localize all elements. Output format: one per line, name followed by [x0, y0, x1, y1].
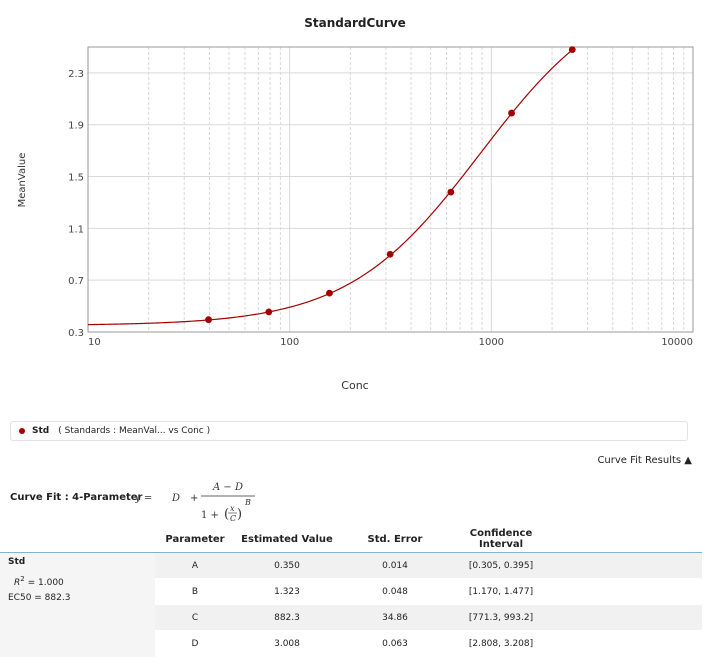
ec50-value: EC50 = 882.3: [8, 593, 71, 603]
svg-text:): ): [237, 507, 242, 522]
x-tick-label: 10: [88, 337, 101, 348]
y-tick-label: 2.3: [68, 69, 84, 80]
cell-estimate: 882.3: [274, 612, 300, 623]
fit-statistics: Std R2 = 1.000 EC50 = 882.3: [0, 553, 155, 657]
curve-fit-label: Curve Fit : 4-Parameter: [10, 492, 143, 503]
y-tick-label: 1.1: [68, 224, 84, 235]
cell-std-error: 0.048: [382, 586, 408, 597]
data-point[interactable]: [568, 46, 576, 53]
cell-estimate: 3.008: [274, 638, 300, 649]
cell-confidence-interval: [2.808, 3.208]: [468, 638, 534, 649]
data-point[interactable]: [326, 289, 333, 297]
y-tick-label: 0.3: [68, 328, 84, 339]
svg-text:(: (: [224, 507, 229, 522]
cell-parameter: A: [191, 560, 199, 571]
cell-parameter: B: [191, 586, 199, 597]
y-tick-label: 0.7: [68, 276, 84, 287]
standard-curve-chart: StandardCurve 0.3 0.7 1.1 1.5 1.9 2.3 10 100 100…: [17, 16, 694, 392]
x-tick-label: 100: [280, 337, 299, 348]
chart-title: StandardCurve: [304, 16, 405, 30]
data-points: [205, 46, 576, 324]
header-parameter: Parameter: [165, 533, 225, 545]
formula-x: x: [230, 504, 235, 513]
data-point[interactable]: [508, 109, 515, 117]
curve-fit-results-toggle[interactable]: Curve Fit Results ▲: [597, 455, 692, 466]
data-point[interactable]: [265, 308, 273, 316]
cell-confidence-interval: [0.305, 0.395]: [468, 560, 534, 571]
data-point[interactable]: [205, 316, 212, 324]
table-row: D 3.008 0.063 [2.808, 3.208]: [155, 631, 702, 657]
data-point[interactable]: [447, 188, 455, 196]
y-tick-label: 1.9: [68, 121, 84, 132]
four-parameter-formula: y = D + A − D 1 + x C ( ) B: [135, 482, 255, 523]
curve-fit-results-table: Parameter Estimated Value Std. Error Con…: [0, 526, 702, 657]
formula-denominator-one: 1 +: [201, 510, 219, 521]
r-squared-value: = 1.000: [27, 578, 64, 588]
cell-std-error: 0.063: [382, 638, 408, 649]
axis-ticks: 0.3 0.7 1.1 1.5 1.9 2.3 10 100 1000 10000: [68, 69, 693, 348]
fit-curve: [87, 49, 573, 326]
cell-std-error: 34.86: [382, 612, 408, 623]
cell-std-error: 0.014: [382, 560, 408, 571]
table-row: A 0.350 0.014 [0.305, 0.395]: [155, 553, 702, 579]
results-header-row: Parameter Estimated Value Std. Error Con…: [0, 526, 702, 553]
formula-plus: +: [190, 493, 198, 504]
y-tick-label: 1.5: [68, 173, 84, 184]
formula-c: C: [230, 514, 236, 523]
cell-confidence-interval: [771.3, 993.2]: [468, 612, 534, 623]
y-axis-label: MeanValue: [17, 153, 28, 208]
formula-d: D: [171, 493, 180, 504]
header-std-error: Std. Error: [367, 533, 423, 545]
legend-description: ( Standards : MeanVal... vs Conc ): [58, 426, 211, 436]
legend[interactable]: Std ( Standards : MeanVal... vs Conc ): [10, 421, 688, 441]
cell-confidence-interval: [1.170, 1.477]: [468, 586, 534, 597]
legend-series-name: Std: [32, 426, 50, 436]
x-tick-label: 1000: [479, 337, 504, 348]
x-tick-label: 10000: [661, 337, 693, 348]
cell-parameter: D: [191, 638, 199, 649]
data-point[interactable]: [386, 250, 394, 258]
formula-numerator: A − D: [212, 482, 243, 493]
x-axis-label: Conc: [341, 379, 368, 392]
header-estimated-value: Estimated Value: [241, 533, 333, 545]
table-row: C 882.3 34.86 [771.3, 993.2]: [155, 605, 702, 631]
formula-b: B: [244, 498, 251, 507]
cell-parameter: C: [191, 612, 199, 623]
formula-y: y =: [135, 493, 152, 504]
stats-series-name: Std: [8, 557, 26, 567]
grid-lines: [87, 47, 693, 333]
plot-area-border: [87, 46, 694, 333]
cell-estimate: 0.350: [274, 560, 300, 571]
legend-marker: [19, 428, 25, 434]
r-squared-exponent: 2: [20, 575, 25, 583]
header-confidence-interval: Confidence Interval: [469, 528, 533, 550]
table-row: B 1.323 0.048 [1.170, 1.477]: [155, 579, 702, 605]
cell-estimate: 1.323: [274, 586, 300, 597]
